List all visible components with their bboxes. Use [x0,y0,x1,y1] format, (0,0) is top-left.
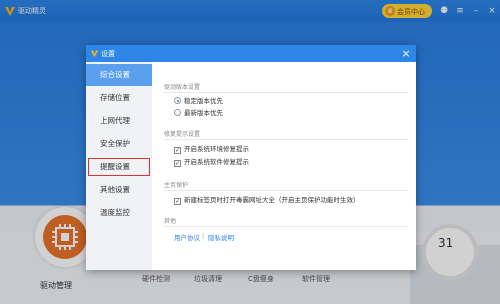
section-driver-version-title: 驱动版本设置 [164,84,201,91]
dialog-title-bar: 设置 × [86,45,416,62]
checkbox-checked-icon: ✓ [174,160,181,167]
privacy-link[interactable]: 隐私说明 [208,232,234,242]
radio-stable-first-label: 稳定版本优先 [184,97,223,105]
app-logo-icon [90,50,99,58]
radio-latest-first-label: 最新版本优先 [184,109,223,117]
divider [164,139,408,140]
radio-selected-icon [174,97,181,104]
settings-content: 驱动版本设置 稳定版本优先 最新版本优先 修复提示设置 ✓ 开启系统环境修复提示 … [152,62,416,270]
nav-other-settings[interactable]: 其他设置 [86,179,152,201]
radio-unselected-icon [174,109,181,116]
user-agreement-link[interactable]: 用户协议 [174,232,200,242]
dialog-title: 设置 [101,50,115,58]
checkbox-env-repair-label: 开启系统环境修复提示 [184,145,249,153]
nav-security[interactable]: 安全保护 [86,133,152,155]
divider [164,92,408,93]
checkbox-software-repair-label: 开启系统软件修复提示 [184,158,249,166]
nav-general-settings[interactable]: 综合设置 [86,64,152,86]
radio-stable-first[interactable]: 稳定版本优先 [174,95,223,105]
nav-temperature-monitor[interactable]: 温度监控 [86,202,152,224]
nav-proxy[interactable]: 上网代理 [86,110,152,132]
nav-reminder-settings[interactable]: 提醒设置 [86,156,152,178]
nav-storage-location[interactable]: 存储位置 [86,87,152,109]
settings-nav: 综合设置 存储位置 上网代理 安全保护 提醒设置 其他设置 温度监控 [86,62,152,270]
checkbox-new-tab-homepage-label: 新建标签页时打开毒霸网址大全（开启主页保护功能时生效） [184,196,360,204]
section-other-title: 其他 [164,218,177,225]
radio-latest-first[interactable]: 最新版本优先 [174,107,223,117]
divider [164,190,408,191]
checkbox-checked-icon: ✓ [174,147,181,154]
checkbox-env-repair[interactable]: ✓ 开启系统环境修复提示 [174,143,249,154]
settings-dialog: 设置 × 综合设置 存储位置 上网代理 安全保护 提醒设置 其他设置 温度监控 … [86,45,416,270]
dialog-close-icon[interactable]: × [399,47,413,61]
checkbox-new-tab-homepage[interactable]: ✓ 新建标签页时打开毒霸网址大全（开启主页保护功能时生效） [174,194,360,205]
checkbox-software-repair[interactable]: ✓ 开启系统软件修复提示 [174,156,249,167]
checkbox-checked-icon: ✓ [174,198,181,205]
link-separator: | [202,232,205,240]
section-repair-tips-title: 修复提示设置 [164,131,201,138]
section-homepage-title: 主页保护 [164,182,189,189]
divider [164,226,408,227]
